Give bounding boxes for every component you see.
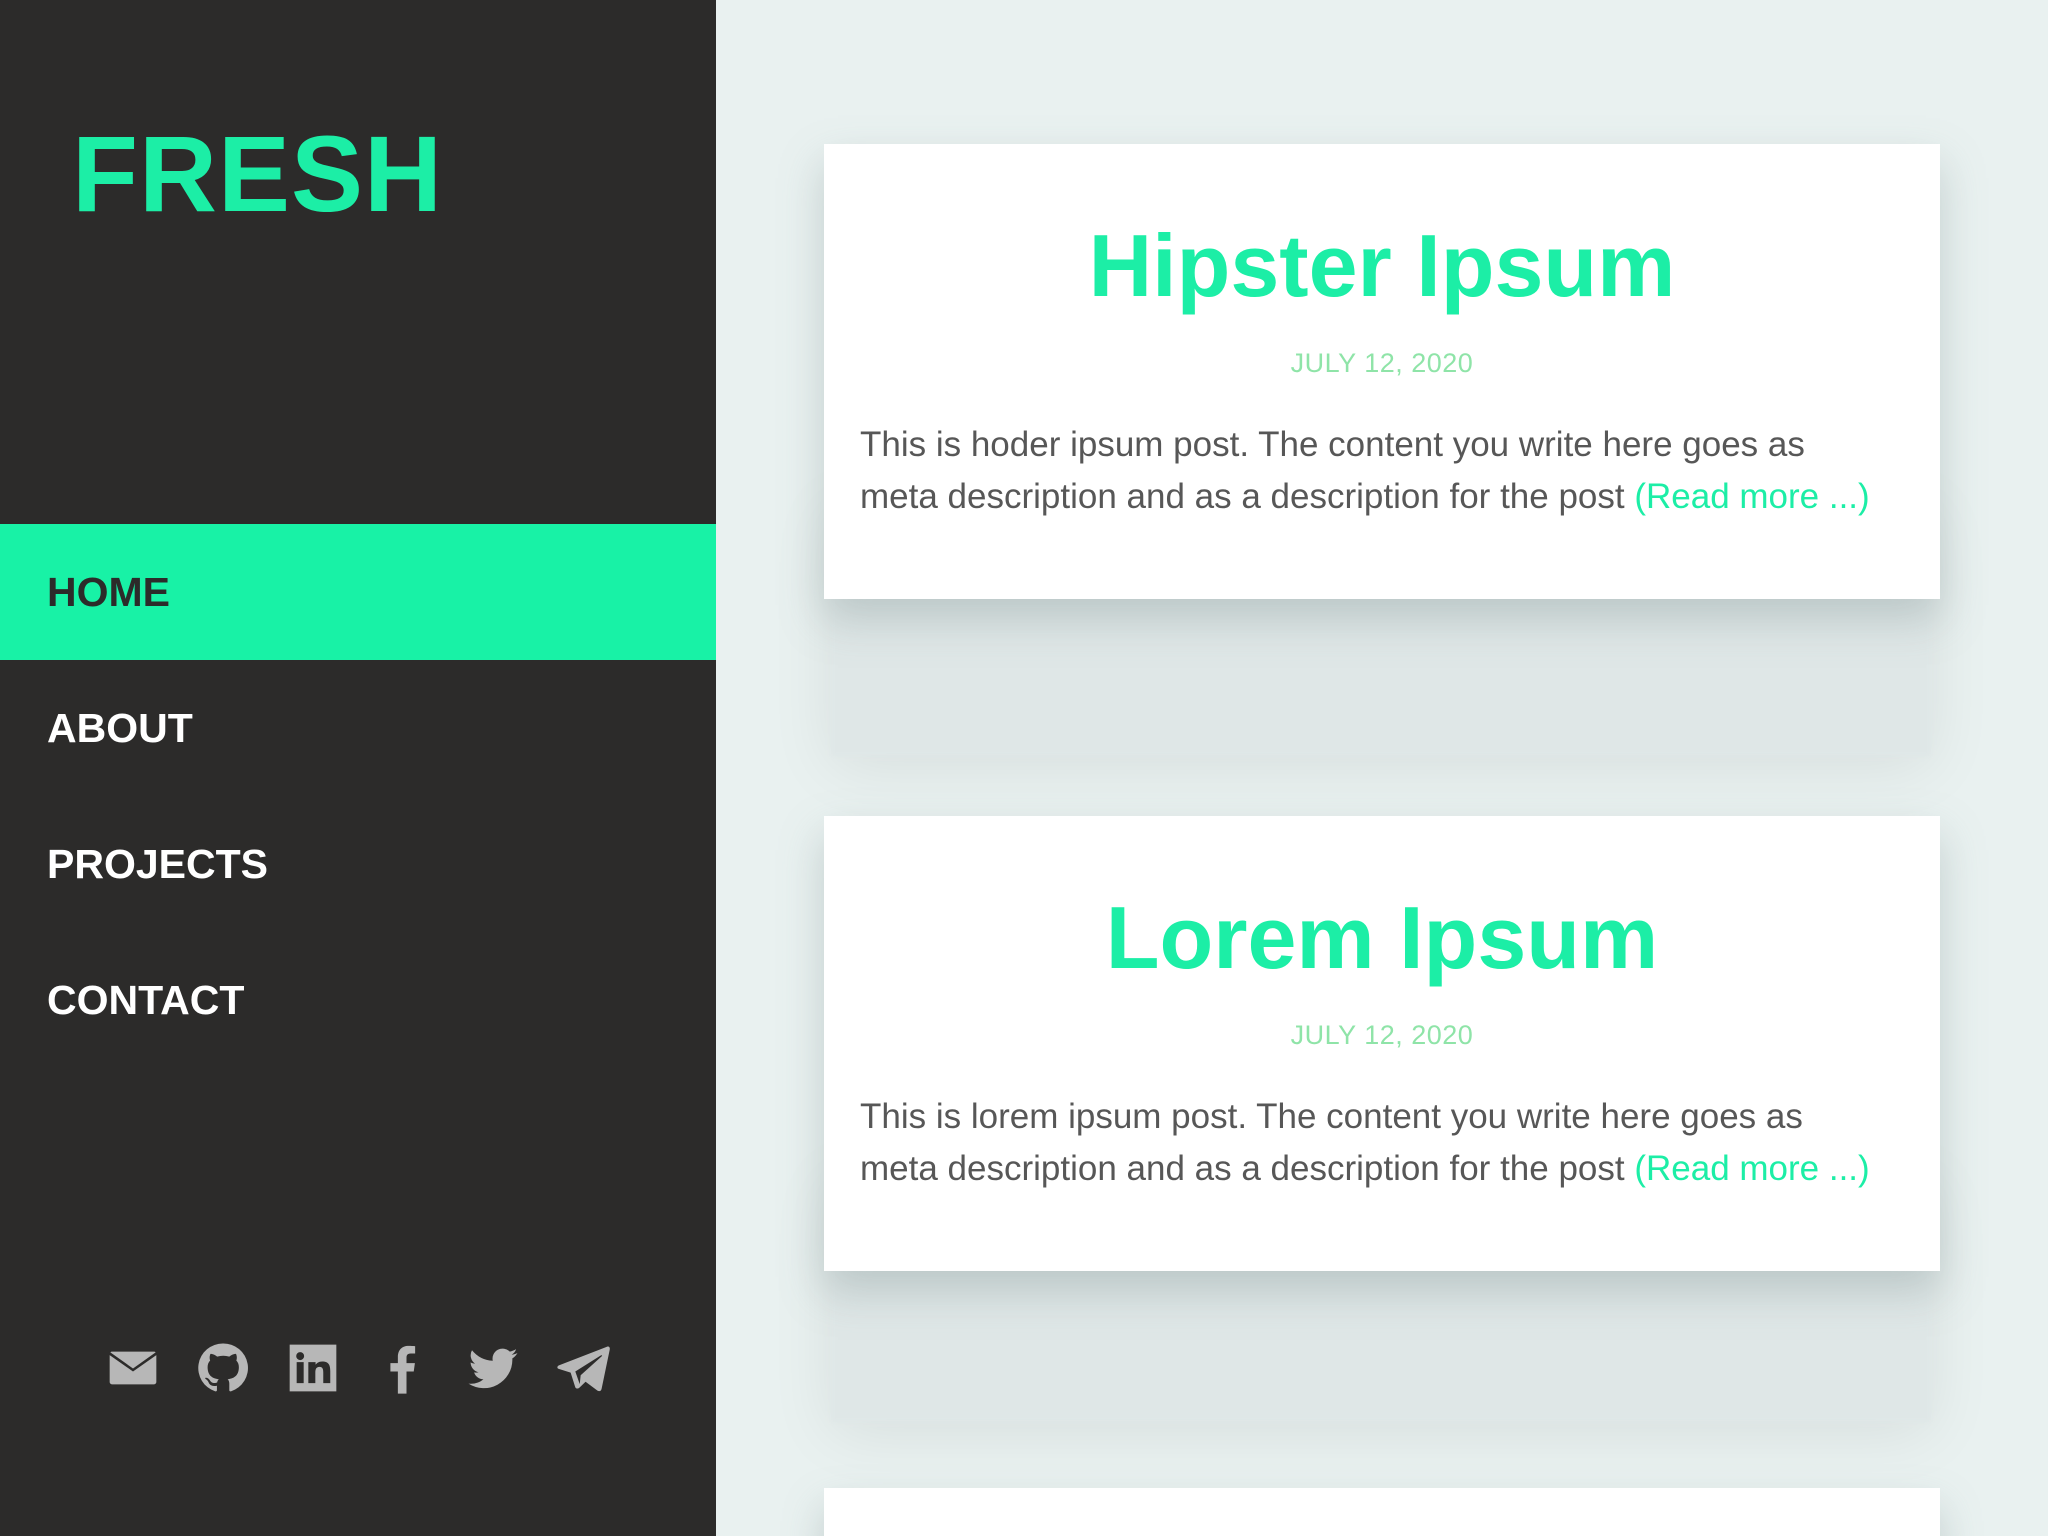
mail-icon[interactable] bbox=[105, 1340, 161, 1396]
facebook-icon[interactable] bbox=[375, 1340, 431, 1396]
post-card bbox=[824, 1488, 1940, 1536]
sidebar: FRESH HOME ABOUT PROJECTS CONTACT bbox=[0, 0, 716, 1536]
post-date: JULY 12, 2020 bbox=[1290, 348, 1474, 378]
main-content: Hipster Ipsum JULY 12, 2020 This is hode… bbox=[716, 0, 2048, 1536]
linkedin-icon[interactable] bbox=[285, 1340, 341, 1396]
nav-item-about[interactable]: ABOUT bbox=[0, 660, 716, 796]
nav-item-contact[interactable]: CONTACT bbox=[0, 932, 716, 1068]
social-links bbox=[0, 1340, 716, 1396]
post-title[interactable]: Hipster Ipsum bbox=[824, 144, 1940, 310]
nav-item-projects[interactable]: PROJECTS bbox=[0, 796, 716, 932]
telegram-icon[interactable] bbox=[555, 1340, 611, 1396]
post-card: Lorem Ipsum JULY 12, 2020 This is lorem … bbox=[824, 816, 1940, 1271]
github-icon[interactable] bbox=[195, 1340, 251, 1396]
post-card: Hipster Ipsum JULY 12, 2020 This is hode… bbox=[824, 144, 1940, 599]
nav-item-home[interactable]: HOME bbox=[0, 524, 716, 660]
site-logo[interactable]: FRESH bbox=[72, 120, 443, 228]
read-more-link[interactable]: (Read more ...) bbox=[1634, 1149, 1869, 1188]
post-date: JULY 12, 2020 bbox=[1290, 1020, 1474, 1050]
twitter-icon[interactable] bbox=[465, 1340, 521, 1396]
post-excerpt: This is lorem ipsum post. The content yo… bbox=[860, 1091, 1888, 1195]
post-excerpt: This is hoder ipsum post. The content yo… bbox=[860, 419, 1888, 523]
main-nav: HOME ABOUT PROJECTS CONTACT bbox=[0, 524, 716, 1068]
read-more-link[interactable]: (Read more ...) bbox=[1634, 477, 1869, 516]
post-title[interactable]: Lorem Ipsum bbox=[824, 816, 1940, 982]
